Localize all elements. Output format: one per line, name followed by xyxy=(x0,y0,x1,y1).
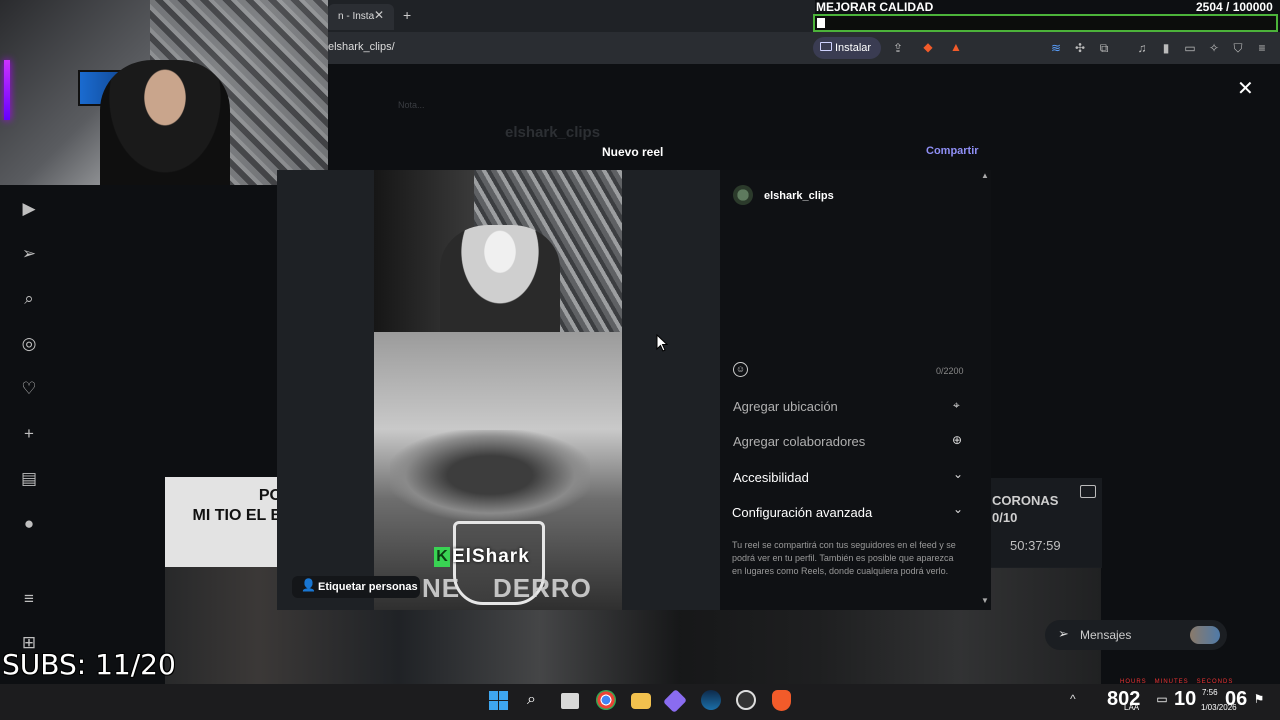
avatar xyxy=(733,185,753,205)
chevron-down-icon: ⌄ xyxy=(953,502,964,516)
vpn-shield-icon[interactable]: ⛉ xyxy=(1231,41,1245,55)
more-menu-icon[interactable]: ≡ xyxy=(19,589,39,609)
goal-progress-fill xyxy=(817,18,825,28)
add-location-label: Agregar ubicación xyxy=(733,399,838,414)
goal-progress-bar xyxy=(813,14,1278,32)
heart-icon[interactable]: ♡ xyxy=(19,379,39,399)
video-webcam-person xyxy=(440,225,560,332)
chevron-down-icon: ⌄ xyxy=(953,467,964,481)
browser-tab[interactable]: n - Insta xyxy=(328,4,394,30)
brave-shield-icon[interactable]: ◆ xyxy=(921,40,935,54)
explore-icon[interactable]: ◎ xyxy=(19,334,39,354)
file-explorer-icon[interactable] xyxy=(631,693,651,709)
webcam-rgb-light xyxy=(4,60,10,120)
screenshot-icon[interactable]: ⧉ xyxy=(1097,41,1111,55)
wallet-network-icon[interactable]: ≋ xyxy=(1049,41,1063,55)
timer-labels: HOURS MINUTES SECONDS xyxy=(1120,679,1234,685)
char-count: 0/2200 xyxy=(936,366,964,376)
search-icon[interactable]: ⌕ xyxy=(527,691,536,709)
share-page-icon[interactable]: ⇪ xyxy=(891,41,905,55)
video-overlay-text: NE DERRO xyxy=(422,573,592,603)
share-disclaimer: Tu reel se compartirá con tus seguidores… xyxy=(732,540,956,576)
mouse-cursor-icon xyxy=(656,334,668,352)
share-button[interactable]: Compartir xyxy=(926,145,979,157)
advanced-settings-label: Configuración avanzada xyxy=(732,505,873,520)
note-bubble: Nota... xyxy=(398,100,425,110)
messages-avatars xyxy=(1190,626,1220,644)
send-icon: ➢ xyxy=(1058,626,1069,641)
feed-right-sub: 0/10 xyxy=(992,510,1018,525)
feed-right-time: 50:37:59 xyxy=(1010,538,1061,553)
feed-thumbnail-text: PO MI TIO EL B xyxy=(192,487,282,524)
windows-start-icon[interactable] xyxy=(489,691,509,711)
profile-icon[interactable]: ● xyxy=(19,514,39,534)
sidebar-icon[interactable]: ▮ xyxy=(1159,41,1173,55)
webcam-person xyxy=(100,60,230,185)
leo-ai-icon[interactable]: ✧ xyxy=(1207,41,1221,55)
goal-title: MEJORAR CALIDAD xyxy=(816,0,934,14)
install-label: Instalar xyxy=(835,42,872,54)
search-icon[interactable]: ⌕ xyxy=(19,289,39,309)
modal-title: Nuevo reel xyxy=(602,145,664,159)
wallet-icon[interactable]: ▭ xyxy=(1183,41,1197,55)
kick-logo: K xyxy=(434,547,450,567)
subs-counter: SUBS: 11/20 xyxy=(2,648,176,681)
steam-icon[interactable] xyxy=(701,690,721,710)
profile-name: elshark_clips xyxy=(505,124,601,141)
add-collaborators-label: Agregar colaboradores xyxy=(733,434,866,449)
scroll-down-icon[interactable]: ▼ xyxy=(981,596,989,605)
reel-icon xyxy=(1080,485,1096,498)
menu-icon[interactable]: ≡ xyxy=(1255,41,1269,55)
network-icon[interactable]: ▭ xyxy=(1155,692,1169,706)
plus-icon[interactable]: + xyxy=(19,424,39,444)
stats-icon[interactable]: ▤ xyxy=(19,469,39,489)
tab-bar xyxy=(328,0,815,32)
instagram-sidebar: ▶ ➢ ⌕ ◎ ♡ + ▤ ● ≡ ⊞ xyxy=(0,185,60,685)
tray-seconds: 06 xyxy=(1225,688,1248,710)
send-icon[interactable]: ➢ xyxy=(19,244,39,264)
close-icon[interactable]: ✕ xyxy=(1237,76,1254,101)
extensions-icon[interactable]: ✣ xyxy=(1073,41,1087,55)
music-icon[interactable]: ♫ xyxy=(1135,41,1149,55)
video-gameplay-smoke xyxy=(390,430,590,520)
tray-language[interactable]: LAA xyxy=(1124,703,1139,712)
person-icon: 👤 xyxy=(301,578,316,592)
emoji-icon[interactable]: ☺ xyxy=(733,362,748,377)
username: elshark_clips xyxy=(764,190,834,202)
notification-icon[interactable]: ⚑ xyxy=(1252,692,1266,706)
tab-close-icon[interactable]: ✕ xyxy=(374,8,384,22)
caption-input[interactable] xyxy=(733,215,973,355)
task-view-icon[interactable] xyxy=(561,693,579,709)
location-pin-icon: ⌖ xyxy=(953,398,960,412)
feed-right-title: CORONAS xyxy=(992,493,1059,508)
goal-count: 2504 / 100000 xyxy=(1196,0,1273,14)
clock-small[interactable]: 7:56 xyxy=(1202,688,1218,697)
tray-overflow-icon[interactable]: ^ xyxy=(1070,692,1076,706)
brave-browser-icon[interactable] xyxy=(772,690,791,711)
monitor-icon xyxy=(820,42,832,51)
brave-rewards-icon[interactable]: ▲ xyxy=(949,40,963,54)
messages-label: Mensajes xyxy=(1080,628,1132,642)
elshark-logo-text: ElShark xyxy=(452,546,530,567)
url-text[interactable]: elshark_clips/ xyxy=(328,41,395,53)
tray-time: 10 xyxy=(1174,688,1197,710)
reels-icon[interactable]: ▶ xyxy=(19,199,39,219)
obs-icon[interactable] xyxy=(736,690,756,710)
scroll-up-icon[interactable]: ▲ xyxy=(981,171,989,180)
tab-title: n - Insta xyxy=(338,11,375,22)
accessibility-label: Accesibilidad xyxy=(733,470,809,485)
chrome-icon[interactable] xyxy=(596,690,616,710)
tag-people-label: Etiquetar personas xyxy=(318,581,418,593)
new-tab-icon[interactable]: + xyxy=(403,7,411,23)
add-person-icon: ⊕ xyxy=(952,433,963,447)
